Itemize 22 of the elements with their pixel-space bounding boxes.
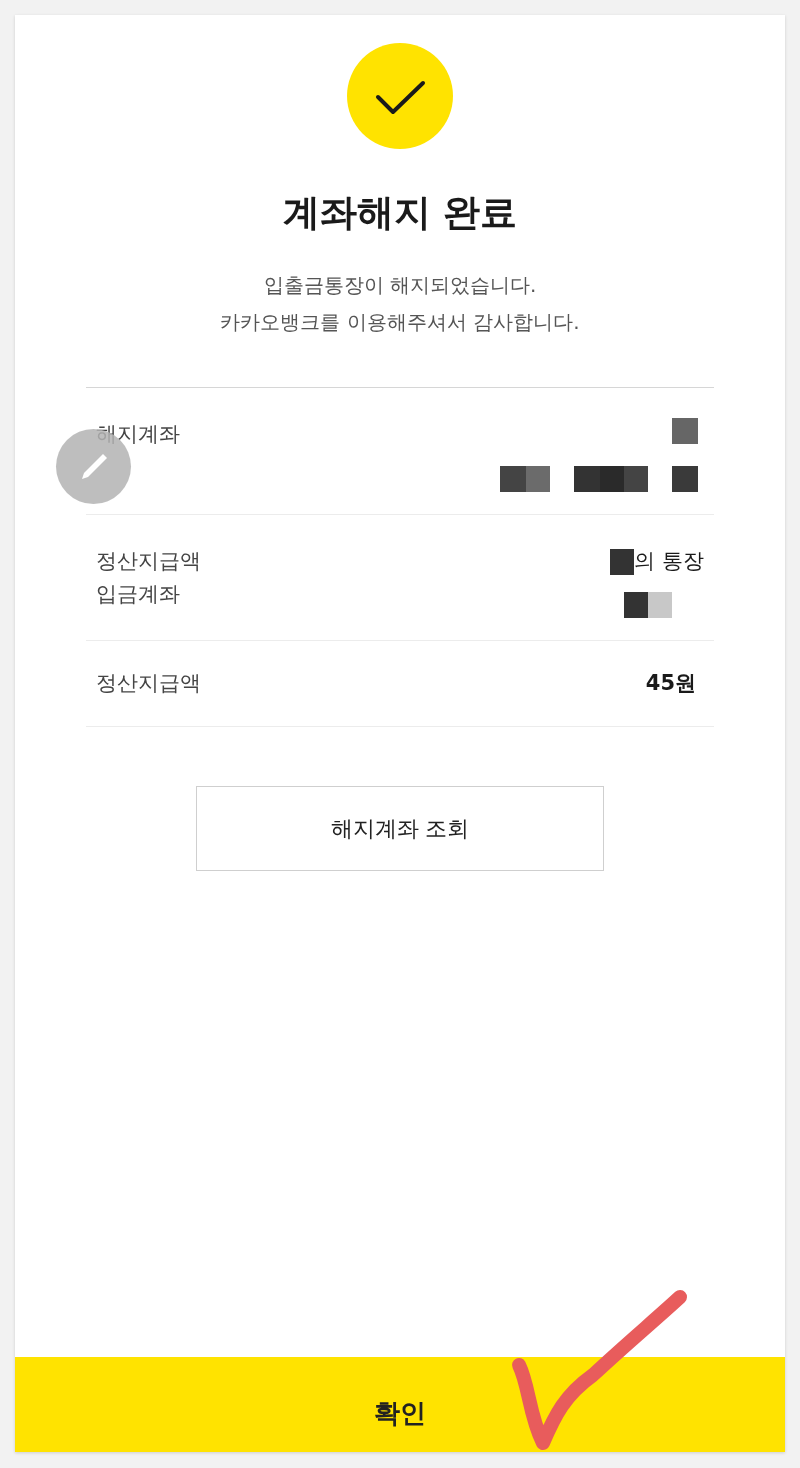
redaction-block [672, 466, 698, 492]
completion-message: 카카오뱅크를 이용해주셔서 감사합니다. [220, 309, 580, 336]
redaction-block [574, 466, 600, 492]
completion-message: 입출금통장이 해지되었습니다. [263, 272, 537, 299]
redaction-block [624, 466, 648, 492]
detail-label: 입금계좌 [96, 581, 181, 608]
detail-label: 정산지급액 [96, 670, 201, 697]
detail-value: 의 통장 [634, 548, 704, 575]
redaction-block [672, 418, 698, 444]
detail-value: 45원 [645, 670, 697, 697]
page-title: 계좌해지 완료 [282, 190, 518, 236]
redaction-block [648, 592, 672, 618]
detail-label: 해지계좌 [96, 421, 180, 448]
check-icon [347, 43, 453, 149]
redaction-block [526, 466, 550, 492]
confirm-button[interactable]: 확인 [15, 1357, 785, 1452]
redaction-block [500, 466, 526, 492]
redaction-block [610, 548, 635, 575]
redaction-block [624, 592, 648, 618]
redaction-block [600, 466, 624, 492]
detail-label: 정산지급액 [96, 548, 201, 575]
lookup-button[interactable]: 해지계좌 조회 [196, 786, 604, 871]
